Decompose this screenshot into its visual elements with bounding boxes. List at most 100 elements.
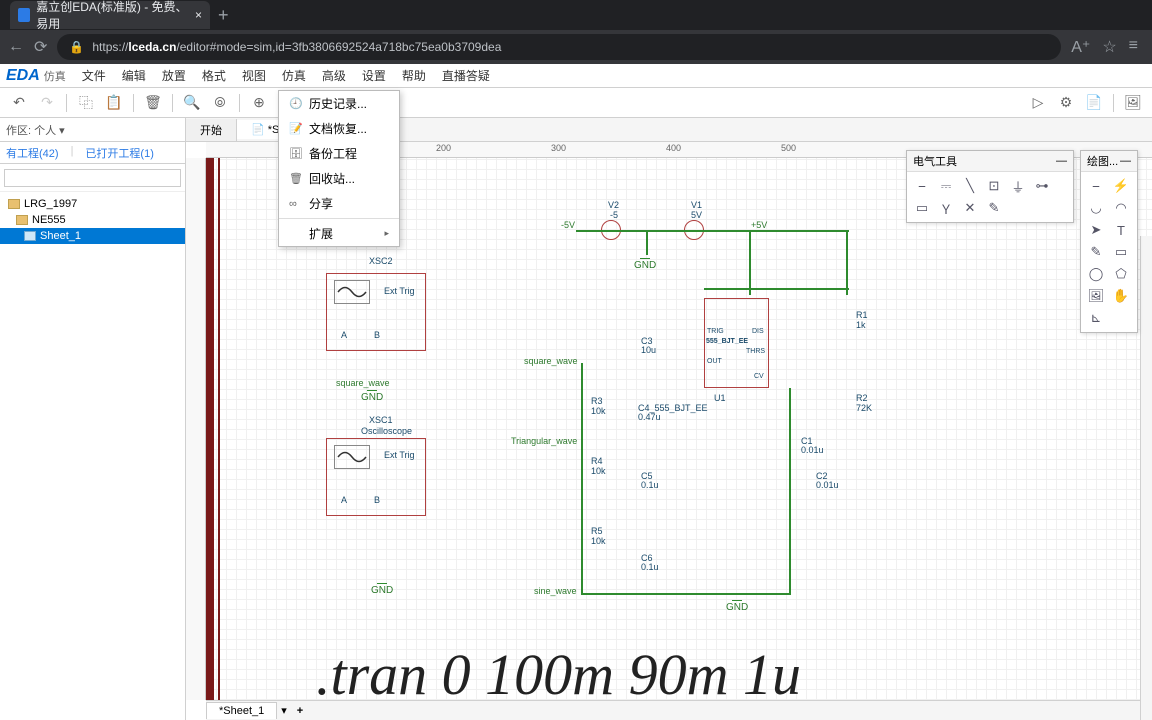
dimension-tool[interactable]: ⊾ — [1085, 308, 1107, 328]
main-toolbar: ↶ ↷ ⿻ 📋 🗑 🔍 ⦾ ⊕ ⊖ ▷ ⚙ 📄 🖼 — [0, 88, 1152, 118]
menu-sim[interactable]: 仿真 — [274, 64, 314, 87]
url-text: https://lceda.cn/editor#mode=sim,id=3fb3… — [92, 40, 501, 54]
freehand-tool[interactable]: ✎ — [1085, 242, 1107, 262]
spice-directive: .tran 0 100m 90m 1u — [316, 641, 801, 708]
bottom-sheet-tabs: *Sheet_1 ▾ + — [206, 700, 1152, 720]
dd-backup[interactable]: 🗄备份工程 — [279, 141, 399, 166]
noerc-tool[interactable]: ✕ — [959, 198, 981, 218]
rect-tool[interactable]: ▭ — [1110, 242, 1132, 262]
favorite-icon[interactable]: ☆ — [1102, 37, 1116, 57]
tab-all-projects[interactable]: 有工程(42) — [0, 142, 65, 163]
browser-tab[interactable]: 嘉立创EDA(标准版) - 免费、易用 × — [10, 1, 210, 29]
panel-title: 绘图... — [1087, 153, 1118, 169]
dd-recover[interactable]: 📝文档恢复... — [279, 116, 399, 141]
gnd-tool[interactable]: ⏚ — [1007, 176, 1029, 196]
project-sidebar: 作区: 个人 ▾ 有工程(42) | 已打开工程(1) LRG_1997 NE5… — [0, 118, 186, 720]
paste-button[interactable]: 📋 — [101, 91, 127, 115]
tree-root[interactable]: LRG_1997 — [0, 196, 185, 212]
sim-mode-tag: 仿真 — [44, 68, 66, 84]
search-button[interactable]: 🔍 — [179, 91, 205, 115]
tab-title: 嘉立创EDA(标准版) - 免费、易用 — [36, 0, 189, 32]
lock-icon: 🔒 — [69, 40, 84, 54]
minimize-icon[interactable]: — — [1056, 155, 1067, 167]
app-menu-bar: EDA 仿真 文件 编辑 放置 格式 视图 仿真 高级 设置 帮助 直播答疑 — [0, 64, 1152, 88]
chevron-right-icon: ▸ — [384, 228, 389, 239]
right-panel-strip[interactable] — [1140, 236, 1152, 720]
close-tab-icon[interactable]: × — [195, 8, 202, 22]
text-tool[interactable]: T — [1110, 220, 1132, 240]
report-button[interactable]: 📄 — [1081, 91, 1107, 115]
add-sheet-button[interactable]: + — [291, 705, 309, 717]
collections-icon[interactable]: ≡ — [1129, 37, 1138, 57]
drawing-tools-panel[interactable]: 绘图...— ⎯ ⚡ ◡ ◠ ➤ T ✎ ▭ ◯ ⬠ 🖼 ✋ ⊾ — [1080, 150, 1138, 333]
run-sim-button[interactable]: ▷ — [1025, 91, 1051, 115]
menu-place[interactable]: 放置 — [154, 64, 194, 87]
label-xsc2: XSC2 — [369, 256, 393, 266]
tab-open-projects[interactable]: 已打开工程(1) — [79, 142, 159, 163]
copy-button[interactable]: ⿻ — [73, 91, 99, 115]
menu-format[interactable]: 格式 — [194, 64, 234, 87]
probe-tool[interactable]: ✎ — [983, 198, 1005, 218]
tree-folder-ne555[interactable]: NE555 — [0, 212, 185, 228]
minimize-icon[interactable]: — — [1120, 155, 1131, 167]
menu-file[interactable]: 文件 — [74, 64, 114, 87]
trash-icon: 🗑 — [289, 172, 303, 185]
recover-icon: 📝 — [289, 122, 303, 135]
tree-sheet-1[interactable]: Sheet_1 — [0, 228, 185, 244]
polyline-tool[interactable]: ⚡ — [1110, 176, 1132, 196]
delete-button[interactable]: 🗑 — [140, 91, 166, 115]
menu-live[interactable]: 直播答疑 — [434, 64, 498, 87]
electrical-tools-panel[interactable]: 电气工具— ⎯ ⎓ ╲ ⊡ ⏚ ⊶ ▭ Ｙ ✕ ✎ — [906, 150, 1074, 223]
tab-start[interactable]: 开始 — [186, 119, 237, 141]
project-search-input[interactable] — [4, 169, 181, 187]
sim-settings-button[interactable]: ⚙ — [1053, 91, 1079, 115]
arc-tool[interactable]: ◡ — [1085, 198, 1107, 218]
wire-tool[interactable]: ⎯ — [911, 176, 933, 196]
menu-help[interactable]: 帮助 — [394, 64, 434, 87]
new-tab-button[interactable]: + — [218, 5, 229, 26]
bus-tool[interactable]: ⎓ — [935, 176, 957, 196]
dd-share[interactable]: ∞分享 — [279, 191, 399, 216]
sheet-tab-1[interactable]: *Sheet_1 — [206, 702, 277, 719]
dd-expand[interactable]: 扩展▸ — [279, 221, 399, 246]
ellipse-tool[interactable]: ◯ — [1085, 264, 1107, 284]
port-tool[interactable]: ▭ — [911, 198, 933, 218]
undo-button[interactable]: ↶ — [6, 91, 32, 115]
menu-edit[interactable]: 编辑 — [114, 64, 154, 87]
menu-advanced[interactable]: 高级 — [314, 64, 354, 87]
separator — [239, 94, 240, 112]
pan-tool[interactable]: ✋ — [1110, 286, 1132, 306]
favicon — [18, 8, 30, 22]
address-bar: ← ⟳ 🔒 https://lceda.cn/editor#mode=sim,i… — [0, 30, 1152, 64]
nav-back-icon[interactable]: ← — [8, 38, 24, 56]
vcc-tool[interactable]: Ｙ — [935, 198, 957, 218]
arrow-tool[interactable]: ➤ — [1085, 220, 1107, 240]
netlabel-tool[interactable]: ⊡ — [983, 176, 1005, 196]
osc-wave-icon — [334, 280, 370, 304]
arc2-tool[interactable]: ◠ — [1110, 198, 1132, 218]
backup-icon: 🗄 — [289, 147, 303, 160]
redo-button[interactable]: ↷ — [34, 91, 60, 115]
dd-recycle[interactable]: 🗑回收站... — [279, 166, 399, 191]
zoom-in-button[interactable]: ⊕ — [246, 91, 272, 115]
dd-history[interactable]: 🕘历史记录... — [279, 91, 399, 116]
net-tool[interactable]: ╲ — [959, 176, 981, 196]
power-tool[interactable]: ⊶ — [1031, 176, 1053, 196]
menu-view[interactable]: 视图 — [234, 64, 274, 87]
sheet-tab-dropdown[interactable]: ▾ — [277, 704, 291, 717]
workspace-selector[interactable]: 作区: 个人 ▾ — [0, 118, 185, 142]
browser-tab-strip: 嘉立创EDA(标准版) - 免费、易用 × + — [0, 0, 1152, 30]
label-ext-trig: Ext Trig — [384, 286, 415, 296]
menu-settings[interactable]: 设置 — [354, 64, 394, 87]
find-similar-button[interactable]: ⦾ — [207, 91, 233, 115]
share-icon: ∞ — [289, 198, 303, 210]
separator — [1113, 94, 1114, 112]
polygon-tool[interactable]: ⬠ — [1110, 264, 1132, 284]
image-tool[interactable]: 🖼 — [1085, 286, 1107, 306]
gnd-symbol: GND — [361, 390, 383, 403]
read-aloud-icon[interactable]: A⁺ — [1071, 37, 1090, 57]
nav-reload-icon[interactable]: ⟳ — [34, 37, 47, 57]
line-tool[interactable]: ⎯ — [1085, 176, 1107, 196]
url-input[interactable]: 🔒 https://lceda.cn/editor#mode=sim,id=3f… — [57, 34, 1061, 60]
export-button[interactable]: 🖼 — [1120, 91, 1146, 115]
